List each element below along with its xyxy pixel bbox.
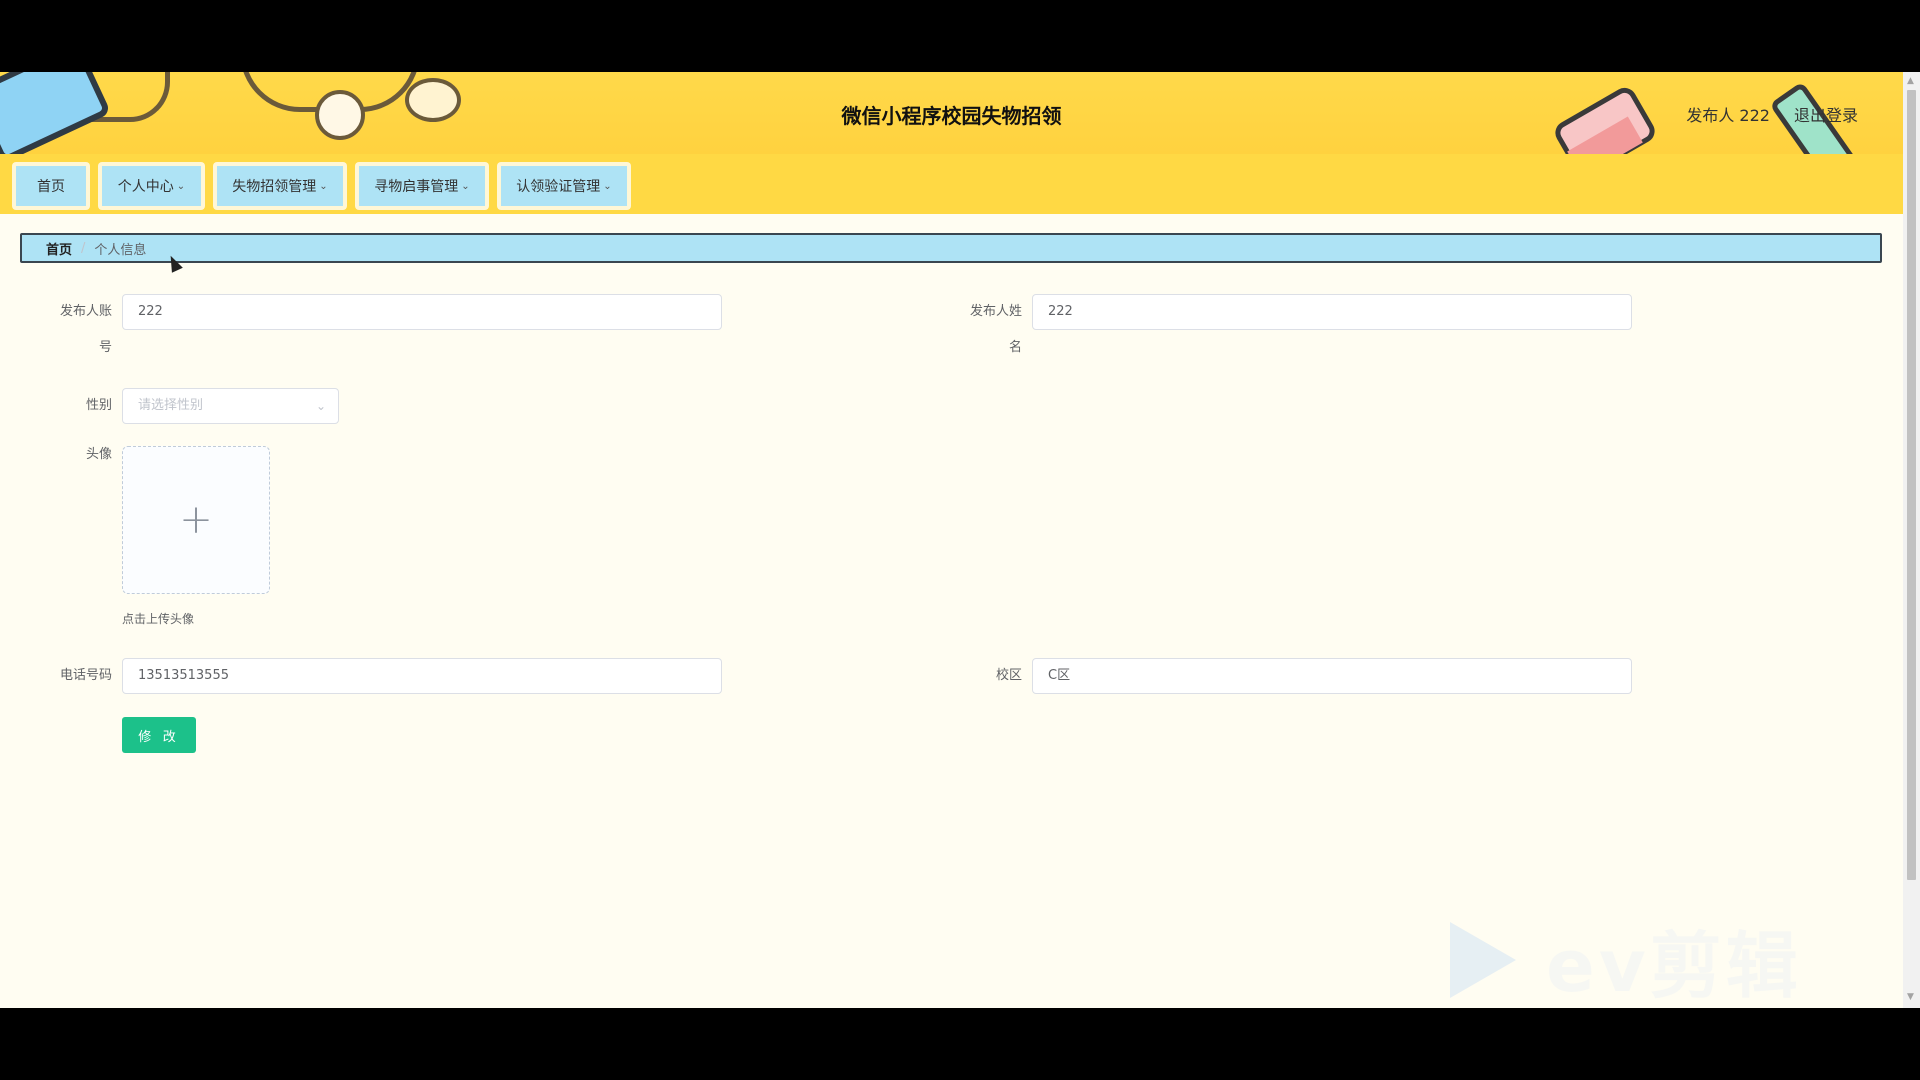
name-input[interactable]: 222 xyxy=(1032,294,1632,330)
campus-input[interactable]: C区 xyxy=(1032,658,1632,694)
gender-label: 性别 xyxy=(85,398,112,413)
plus-icon: + xyxy=(179,497,213,543)
watermark-text: ev剪辑 xyxy=(1546,924,1802,1008)
watermark: ev剪辑 xyxy=(1450,907,1802,1008)
scroll-up-arrow-icon[interactable]: ▲ xyxy=(1907,76,1914,86)
page-scrollbar[interactable]: ▲ ▼ xyxy=(1903,72,1920,1008)
account-label: 发布人账 号 xyxy=(50,294,112,357)
app-viewport: 微信小程序校园失物招领 发布人 222 退出登录 首页 个人中心 ⌄ 失物招领管理… xyxy=(0,72,1920,1008)
chevron-down-icon: ⌄ xyxy=(315,399,326,413)
campus-label: 校区 xyxy=(995,668,1022,683)
scrollbar-thumb[interactable] xyxy=(1907,90,1916,880)
play-icon xyxy=(1450,921,1516,998)
avatar-upload-tip: 点击上传头像 xyxy=(122,612,195,626)
avatar-upload[interactable]: + xyxy=(122,446,270,594)
gender-select[interactable]: 请选择性别 ⌄ xyxy=(122,388,339,424)
avatar-label: 头像 xyxy=(85,447,112,462)
phone-input[interactable]: 13513513555 xyxy=(122,658,722,694)
submit-button[interactable]: 修 改 xyxy=(122,717,196,753)
account-label-line1: 发布人账 xyxy=(59,304,112,319)
account-input[interactable]: 222 xyxy=(122,294,722,330)
name-label-line2: 名 xyxy=(1008,340,1022,355)
profile-form: 发布人账 号 222 发布人姓 名 222 性别 请选择性别 ⌄ 头像 + 点击… xyxy=(0,72,1903,1008)
gender-select-placeholder: 请选择性别 xyxy=(138,398,204,413)
phone-label: 电话号码 xyxy=(59,668,112,683)
name-label-line1: 发布人姓 xyxy=(969,304,1022,319)
name-label: 发布人姓 名 xyxy=(960,294,1022,357)
scroll-down-arrow-icon[interactable]: ▼ xyxy=(1907,992,1914,1002)
account-label-line2: 号 xyxy=(98,340,112,355)
